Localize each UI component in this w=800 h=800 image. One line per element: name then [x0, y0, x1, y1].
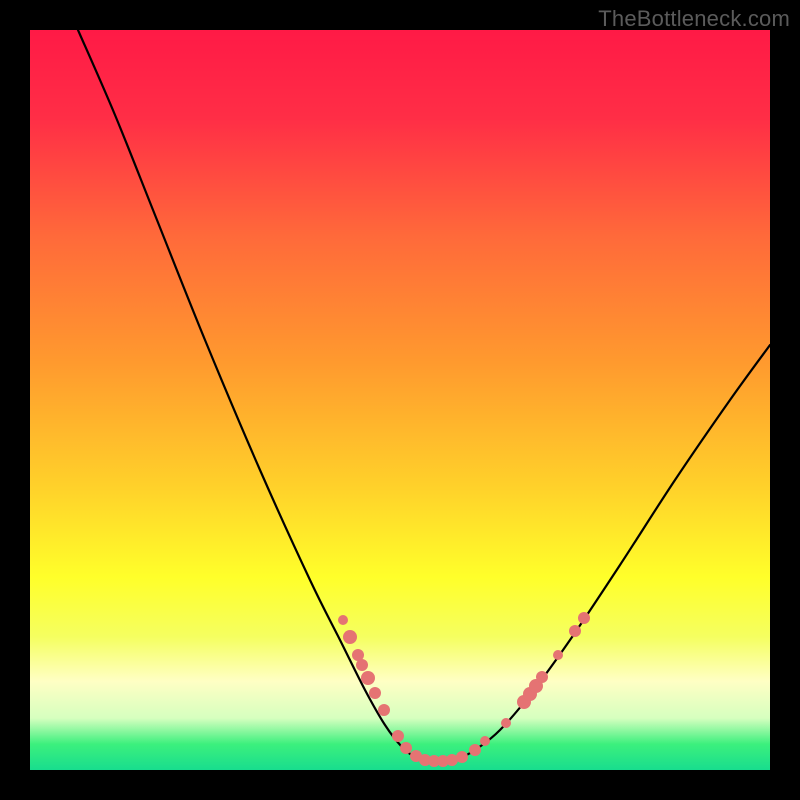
data-marker [361, 671, 375, 685]
watermark-text: TheBottleneck.com [598, 6, 790, 32]
data-marker [456, 751, 468, 763]
data-marker [469, 744, 481, 756]
data-marker [343, 630, 357, 644]
data-marker [378, 704, 390, 716]
data-marker [553, 650, 563, 660]
data-marker [578, 612, 590, 624]
data-marker [392, 730, 404, 742]
data-marker [338, 615, 348, 625]
bottleneck-curve [78, 30, 770, 762]
data-markers [338, 612, 590, 767]
data-marker [400, 742, 412, 754]
data-marker [501, 718, 511, 728]
data-marker [569, 625, 581, 637]
data-marker [369, 687, 381, 699]
data-marker [356, 659, 368, 671]
bottleneck-chart [30, 30, 770, 770]
data-marker [480, 736, 490, 746]
data-marker [536, 671, 548, 683]
chart-frame [30, 30, 770, 770]
